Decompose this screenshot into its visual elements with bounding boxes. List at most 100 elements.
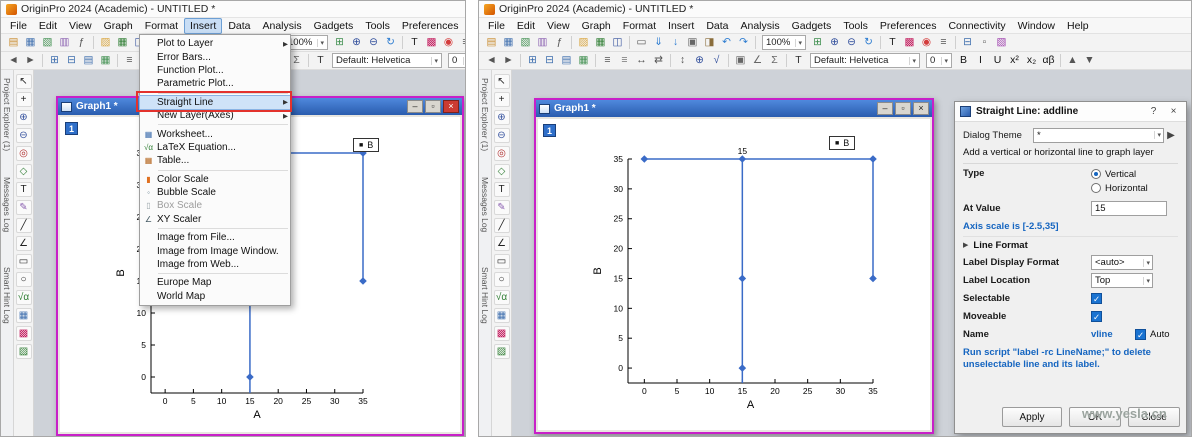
mask-icon[interactable]: ▧ (993, 35, 1010, 51)
add-text-icon[interactable]: T (406, 35, 423, 51)
menu-view[interactable]: View (541, 18, 576, 34)
paste-icon[interactable]: ◨ (701, 35, 718, 51)
straight-line-dialog[interactable]: Straight Line: addline ? × Dialog Theme … (954, 101, 1187, 434)
layer-arrange-icon[interactable]: ▤ (558, 53, 575, 69)
menu-file[interactable]: File (4, 18, 33, 34)
insert-menu-item-image-from-image-window[interactable]: Image from Image Window... (140, 244, 290, 257)
docked-tab-smart-hint-log[interactable]: Smart Hint Log (480, 267, 490, 324)
new-layer-icon[interactable]: ⊞ (524, 53, 541, 69)
menu-graph[interactable]: Graph (576, 18, 617, 34)
add-legend-icon[interactable]: ▣ (732, 53, 749, 69)
moveable-checkbox[interactable]: ✓ (1091, 311, 1102, 323)
menu-preferences[interactable]: Preferences (874, 18, 943, 34)
print-icon[interactable]: ▭ (633, 35, 650, 51)
rectangle-tool-icon[interactable]: ▭ (493, 254, 510, 269)
name-value[interactable]: vline (1091, 329, 1135, 340)
line-tool-icon[interactable]: ╱ (15, 218, 32, 233)
align-top-icon[interactable]: ≡ (616, 53, 633, 69)
menu-help[interactable]: Help (1061, 18, 1095, 34)
label-display-format-combo[interactable]: <auto> ▾ (1091, 255, 1153, 271)
label-location-combo[interactable]: Top ▾ (1091, 273, 1153, 289)
merge-graph-icon[interactable]: ▦ (97, 53, 114, 69)
menu-view[interactable]: View (63, 18, 98, 34)
insert-menu-item-function-plot[interactable]: Function Plot... (140, 64, 290, 77)
graph-page[interactable]: 1 0 5 10 15 20 25 30 35 0 5 10 15 20 25 30 35 A B 15 ■ B (538, 119, 930, 430)
fit-page-icon[interactable]: ▫ (976, 35, 993, 51)
import-file-icon[interactable]: ↓ (667, 35, 684, 51)
font-style-icon[interactable]: T (312, 53, 329, 69)
next-window-icon[interactable]: ► (500, 53, 517, 69)
selectable-checkbox[interactable]: ✓ (1091, 293, 1102, 305)
data-selector-tool-icon[interactable]: ◇ (493, 164, 510, 179)
new-function-icon[interactable]: ƒ (551, 35, 568, 51)
color-palette-icon[interactable]: ▩ (423, 35, 440, 51)
new-graph-icon[interactable]: ▧ (39, 35, 56, 51)
zoom-combo[interactable]: 100% ▾ (762, 35, 806, 50)
zoom-out-icon[interactable]: ⊖ (843, 35, 860, 51)
new-project-icon[interactable]: ▤ (483, 35, 500, 51)
font-style-icon[interactable]: T (790, 53, 807, 69)
layer-1-badge[interactable]: 1 (65, 122, 78, 135)
log-scale-icon[interactable]: √ (708, 53, 725, 69)
pointer-tool-icon[interactable]: ↖ (493, 74, 510, 89)
insert-menu-item-worksheet[interactable]: ▦ Worksheet... (140, 127, 290, 140)
bold-icon[interactable]: B (955, 53, 972, 69)
line-tool-icon[interactable]: ╱ (493, 218, 510, 233)
menu-analysis[interactable]: Analysis (735, 18, 786, 34)
circle-tool-icon[interactable]: ○ (493, 272, 510, 287)
insert-menu-item-latex-equation[interactable]: √α LaTeX Equation... (140, 141, 290, 154)
axis-scale-icon[interactable]: ↕ (674, 53, 691, 69)
greek-icon[interactable]: αβ (1040, 53, 1057, 69)
redo-icon[interactable]: ↷ (735, 35, 752, 51)
zoom-pan-tool-icon[interactable]: ⊖ (15, 128, 32, 143)
screen-reader-tool-icon[interactable]: + (493, 92, 510, 107)
theme-flyout-button[interactable]: ▶ (1164, 128, 1178, 143)
extract-layer-icon[interactable]: ⊟ (541, 53, 558, 69)
menu-edit[interactable]: Edit (511, 18, 541, 34)
zoom-in-tool-icon[interactable]: ⊕ (15, 110, 32, 125)
horizontal-radio[interactable]: Horizontal (1091, 183, 1148, 194)
new-function-icon[interactable]: ƒ (73, 35, 90, 51)
import-wizard-icon[interactable]: ⇓ (650, 35, 667, 51)
menu-gadgets[interactable]: Gadgets (308, 18, 360, 34)
insert-menu-item-color-scale[interactable]: ▮ Color Scale (140, 173, 290, 186)
refresh-icon[interactable]: ↻ (860, 35, 877, 51)
add-date-stamp-icon[interactable]: Σ (766, 53, 783, 69)
color-palette-tool-icon[interactable]: ▩ (15, 326, 32, 341)
merge-graph-icon[interactable]: ▦ (575, 53, 592, 69)
italic-icon[interactable]: I (972, 53, 989, 69)
color-palette-tool-icon[interactable]: ▩ (493, 326, 510, 341)
rescale-icon[interactable]: ⊞ (331, 35, 348, 51)
rescale-icon[interactable]: ⊞ (809, 35, 826, 51)
highlight-icon[interactable]: ◉ (440, 35, 457, 51)
insert-menu-item-xy-scaler[interactable]: ∠ XY Scaler (140, 213, 290, 226)
subscript-icon[interactable]: x₂ (1023, 53, 1040, 69)
fill-color-tool-icon[interactable]: ▨ (493, 344, 510, 359)
insert-menu-item-plot-to-layer[interactable]: Plot to Layer ▶ (140, 37, 290, 50)
insert-menu-item-table[interactable]: ▦ Table... (140, 154, 290, 167)
insert-menu-item-box-scale[interactable]: ▯ Box Scale (140, 199, 290, 212)
worksheet-tool-icon[interactable]: ▦ (493, 308, 510, 323)
new-workbook-icon[interactable]: ▦ (500, 35, 517, 51)
close-icon[interactable]: × (913, 102, 929, 115)
graph-plot[interactable]: 0 5 10 15 20 25 30 35 0 5 10 15 20 25 30 35 A B 15 (538, 119, 930, 430)
at-value-input[interactable]: 15 (1091, 201, 1167, 217)
worksheet-tool-icon[interactable]: ▦ (15, 308, 32, 323)
menu-data[interactable]: Data (700, 18, 734, 34)
menu-insert[interactable]: Insert (184, 17, 223, 34)
maximize-icon[interactable]: ▫ (895, 102, 911, 115)
line-format-section[interactable]: ▶ Line Format (963, 235, 1178, 254)
new-workbook-icon[interactable]: ▦ (22, 35, 39, 51)
menu-window[interactable]: Window (1012, 18, 1061, 34)
new-layer-icon[interactable]: ⊞ (46, 53, 63, 69)
equation-tool-icon[interactable]: √α (15, 290, 32, 305)
insert-menu-item-bubble-scale[interactable]: ◦ Bubble Scale (140, 186, 290, 199)
distribute-horizontal-icon[interactable]: ↔ (633, 53, 650, 69)
new-matrix-icon[interactable]: ▥ (56, 35, 73, 51)
menu-analysis[interactable]: Analysis (257, 18, 308, 34)
undo-icon[interactable]: ↶ (718, 35, 735, 51)
next-window-icon[interactable]: ► (22, 53, 39, 69)
align-left-icon[interactable]: ≡ (599, 53, 616, 69)
screen-reader-tool-icon[interactable]: + (15, 92, 32, 107)
menu-tools[interactable]: Tools (359, 18, 396, 34)
